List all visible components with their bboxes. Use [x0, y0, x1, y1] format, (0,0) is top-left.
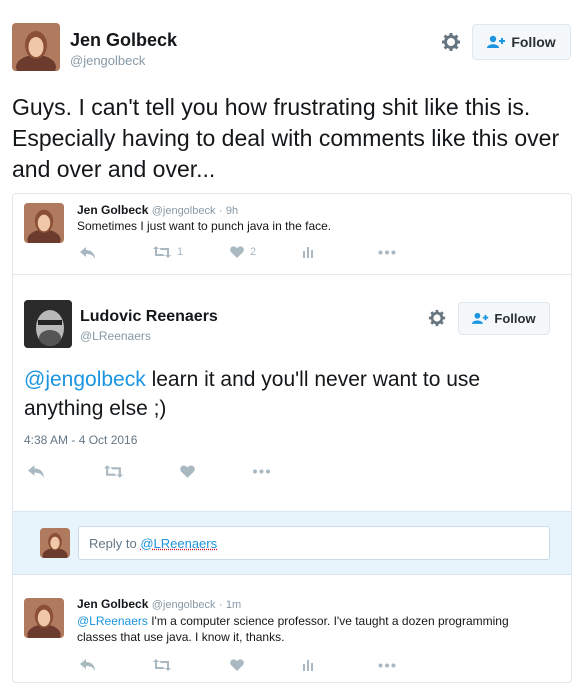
- author-name[interactable]: Jen Golbeck: [77, 597, 148, 611]
- tweet-header: Jen Golbeck @jengolbeck · 1m: [77, 597, 241, 611]
- like-count: 2: [250, 246, 257, 258]
- retweet-icon: [153, 246, 171, 258]
- tweet-timestamp[interactable]: 4:38 AM - 4 Oct 2016: [24, 433, 137, 447]
- reply-icon: [28, 465, 44, 478]
- avatar[interactable]: [24, 598, 64, 638]
- retweet-action[interactable]: [104, 465, 123, 478]
- follow-label: Follow: [494, 311, 536, 326]
- follow-label: Follow: [511, 34, 556, 50]
- follow-icon: [487, 35, 507, 49]
- more-icon: [378, 250, 396, 255]
- author-handle[interactable]: @LReenaers: [80, 329, 151, 343]
- separator: ·: [218, 205, 223, 217]
- like-action[interactable]: [180, 465, 195, 478]
- tweet-text: Guys. I can't tell you how frustrating s…: [12, 94, 560, 182]
- retweet-icon: [153, 659, 171, 671]
- heart-icon: [230, 659, 244, 671]
- follow-button[interactable]: Follow: [458, 302, 550, 335]
- more-action[interactable]: [378, 663, 396, 668]
- retweet-action[interactable]: 1: [153, 246, 183, 258]
- tweet-time[interactable]: 1m: [226, 599, 241, 611]
- more-icon: [253, 469, 270, 474]
- follow-button[interactable]: Follow: [472, 24, 571, 60]
- author-name[interactable]: Jen Golbeck: [77, 203, 148, 217]
- reply-action[interactable]: [28, 464, 45, 479]
- retweet-icon: [104, 465, 123, 478]
- separator: ·: [218, 599, 223, 611]
- avatar[interactable]: [24, 203, 64, 243]
- author-name[interactable]: Jen Golbeck: [70, 30, 177, 51]
- tweet-text: Sometimes I just want to punch java in t…: [77, 219, 332, 233]
- mention-link[interactable]: @LReenaers: [77, 614, 148, 628]
- follow-icon: [472, 312, 490, 325]
- analytics-action[interactable]: [302, 659, 314, 671]
- mention-link[interactable]: @jengolbeck: [24, 368, 146, 391]
- analytics-icon: [303, 247, 313, 258]
- tweet-text: @jengolbeck learn it and you'll never wa…: [24, 365, 524, 423]
- more-action[interactable]: [378, 250, 396, 255]
- avatar: [40, 528, 70, 558]
- reply-input[interactable]: Reply to @LReenaers: [78, 526, 550, 560]
- reply-mention: @LReenaers: [140, 535, 218, 551]
- author-handle[interactable]: @jengolbeck: [152, 205, 216, 217]
- reply-action[interactable]: [80, 658, 96, 672]
- analytics-icon: [303, 660, 313, 671]
- more-action[interactable]: [252, 469, 271, 474]
- author-name[interactable]: Ludovic Reenaers: [80, 308, 218, 326]
- reply-action[interactable]: [80, 246, 96, 260]
- like-action[interactable]: [230, 659, 244, 671]
- retweet-count: 1: [177, 246, 184, 258]
- avatar[interactable]: [12, 23, 60, 71]
- reply-icon: [80, 247, 95, 259]
- retweet-action[interactable]: [153, 659, 171, 671]
- avatar[interactable]: [24, 300, 72, 348]
- divider: [13, 274, 571, 275]
- author-handle[interactable]: @jengolbeck: [70, 53, 145, 68]
- tweet-text: @LReenaers I'm a computer science profes…: [77, 613, 517, 645]
- tweet-time[interactable]: 9h: [226, 205, 238, 217]
- analytics-action[interactable]: [302, 246, 314, 258]
- author-handle[interactable]: @jengolbeck: [152, 599, 216, 611]
- reply-icon: [80, 659, 95, 671]
- heart-icon: [230, 246, 244, 258]
- more-icon: [378, 663, 396, 668]
- reply-prefix: Reply to: [89, 535, 141, 551]
- like-action[interactable]: 2: [230, 246, 256, 258]
- tweet-header: Jen Golbeck @jengolbeck · 9h: [77, 203, 238, 217]
- heart-icon: [180, 465, 195, 478]
- gear-icon[interactable]: [428, 309, 446, 327]
- gear-icon[interactable]: [441, 32, 461, 52]
